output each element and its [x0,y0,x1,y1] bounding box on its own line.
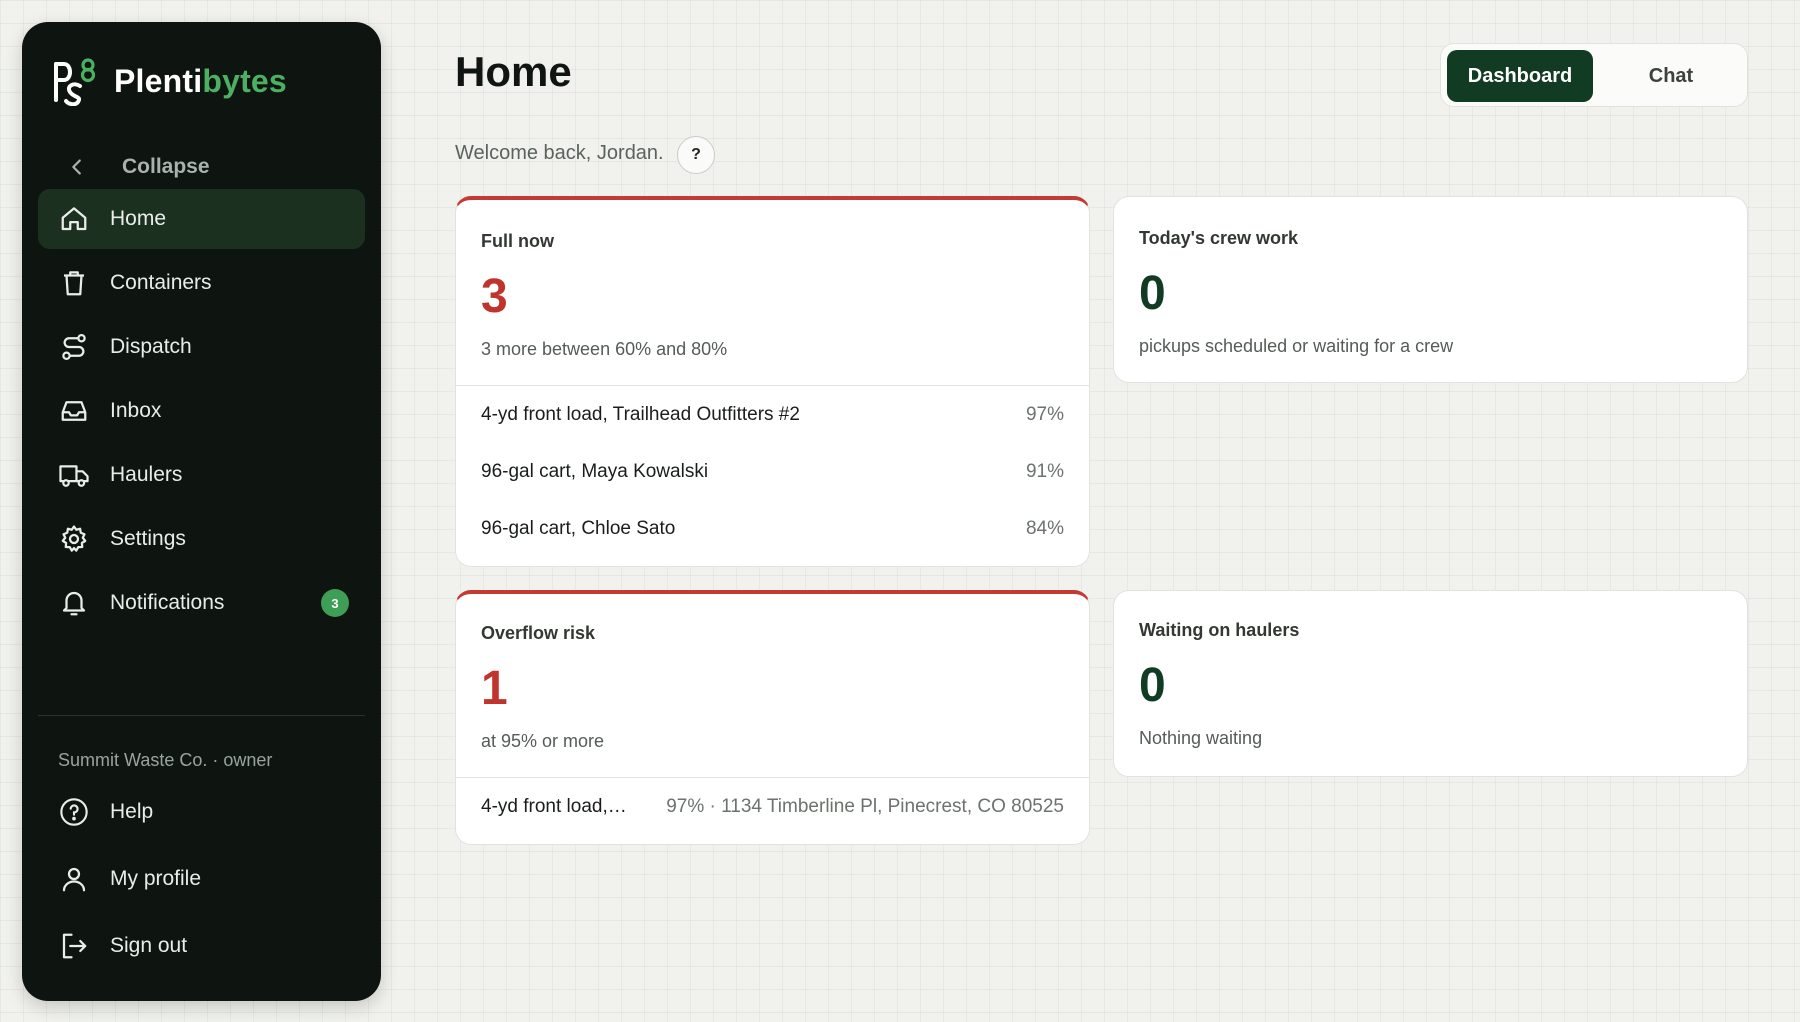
container-row[interactable]: 4-yd front load, Trailhead Outfitters #2… [456,386,1089,443]
sidebar-item-home[interactable]: Home [38,189,365,249]
sign-out-icon [56,928,92,964]
container-row[interactable]: 4-yd front load,… 97% · 1134 Timberline … [456,778,1089,835]
brand-name-accent: bytes [202,62,287,99]
card-title: Waiting on haulers [1139,620,1300,640]
sidebar-item-help[interactable]: Help [38,780,365,844]
view-toggle: Dashboard Chat [1440,43,1748,107]
tab-chat[interactable]: Chat [1601,50,1741,102]
container-name: 4-yd front load, Trailhead Outfitters #2 [481,403,800,425]
trash-can-icon [56,265,92,301]
container-row[interactable]: 96-gal cart, Chloe Sato 84% [456,500,1089,557]
container-name: 96-gal cart, Maya Kowalski [481,460,709,482]
sidebar-nav: Home Containers Dispatch Inbox Haulers S… [38,189,365,637]
card-title: Today's crew work [1139,228,1299,248]
inbox-icon [56,393,92,429]
fill-percent: 91% [1025,460,1064,482]
gear-icon [56,521,92,557]
collapse-label: Collapse [122,155,210,178]
sidebar-item-inbox[interactable]: Inbox [38,381,365,441]
container-name: 96-gal cart, Chloe Sato [481,517,676,539]
brand-name-main: Plenti [114,62,203,99]
card-subtitle: 3 more between 60% and 80% [481,339,728,359]
plentibytes-logo-icon [54,58,96,106]
overflow-risk-card[interactable]: Overflow risk 1 at 95% or more 4-yd fron… [455,590,1090,845]
container-name: 4-yd front load,… [481,795,627,817]
full-now-card[interactable]: Full now 3 3 more between 60% and 80% 4-… [455,196,1090,567]
sidebar-item-haulers[interactable]: Haulers [38,445,365,505]
sidebar-item-settings[interactable]: Settings [38,509,365,569]
sidebar-divider [38,715,365,716]
organization-label: Summit Waste Co. · owner [58,750,273,770]
card-subtitle: pickups scheduled or waiting for a crew [1139,336,1454,356]
sidebar-item-containers[interactable]: Containers [38,253,365,313]
sidebar-item-label: Home [110,207,167,230]
overflow-list: 4-yd front load,… 97% · 1134 Timberline … [456,777,1089,835]
crew-work-card[interactable]: Today's crew work 0 pickups scheduled or… [1113,196,1748,383]
sidebar-item-my-profile[interactable]: My profile [38,847,365,911]
truck-icon [56,457,92,493]
home-icon [56,201,92,237]
user-icon [56,861,92,897]
welcome-message: Welcome back, Jordan. [455,142,664,164]
card-value: 3 [481,270,508,323]
sidebar-item-label: Haulers [110,463,183,486]
brand[interactable]: Plentibytes [50,56,287,106]
card-value: 1 [481,662,508,715]
card-title: Full now [481,231,554,251]
card-subtitle: at 95% or more [481,731,605,751]
bell-icon [56,585,92,621]
sidebar-item-label: Help [110,800,154,823]
sidebar-item-label: My profile [110,867,202,890]
sidebar-item-label: Sign out [110,934,188,957]
container-row[interactable]: 96-gal cart, Maya Kowalski 91% [456,443,1089,500]
brand-name: Plentibytes [114,63,287,100]
full-now-list: 4-yd front load, Trailhead Outfitters #2… [456,385,1089,557]
collapse-button[interactable]: Collapse [60,147,210,187]
tab-dashboard[interactable]: Dashboard [1447,50,1593,102]
sidebar-item-label: Settings [110,527,186,550]
sidebar: Plentibytes Collapse Home Containers Dis… [22,22,381,1001]
route-icon [56,329,92,365]
fill-percent: 84% [1025,517,1064,539]
sidebar-item-label: Inbox [110,399,162,422]
notification-count-badge: 3 [321,589,349,617]
card-subtitle: Nothing waiting [1139,728,1263,748]
fill-percent: 97% [1025,403,1064,425]
sidebar-item-label: Notifications [110,591,225,614]
help-button[interactable]: ? [677,136,715,174]
sidebar-item-dispatch[interactable]: Dispatch [38,317,365,377]
sidebar-item-label: Dispatch [110,335,192,358]
sidebar-bottom-nav: Help My profile Sign out [38,780,365,981]
card-value: 0 [1139,659,1166,712]
chevron-left-icon [60,150,94,184]
card-title: Overflow risk [481,623,596,643]
help-circle-icon [56,794,92,830]
sidebar-item-sign-out[interactable]: Sign out [38,914,365,978]
waiting-on-haulers-card[interactable]: Waiting on haulers 0 Nothing waiting [1113,590,1748,777]
card-value: 0 [1139,267,1166,320]
page-title: Home [455,48,572,95]
fill-percent-address: 97% · 1134 Timberline Pl, Pinecrest, CO … [666,795,1064,817]
sidebar-item-notifications[interactable]: Notifications 3 [38,573,365,633]
sidebar-item-label: Containers [110,271,212,294]
